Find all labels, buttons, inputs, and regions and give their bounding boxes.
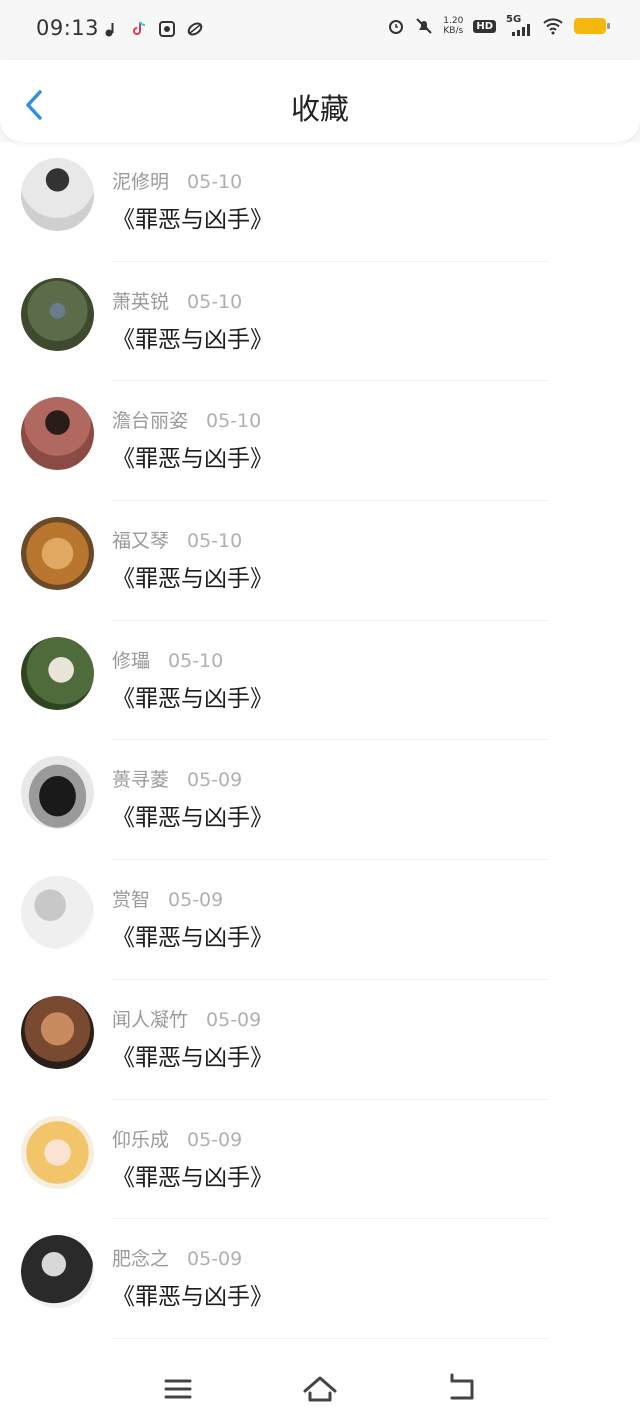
- user-name: 修瓃: [112, 649, 151, 672]
- item-title: 《罪恶与凶手》: [112, 925, 273, 952]
- back-icon: [450, 1373, 474, 1400]
- avatar: [21, 756, 94, 830]
- list-item[interactable]: 肥念之 05-09 《罪恶与凶手》: [0, 1219, 640, 1339]
- item-meta: 肥念之 05-09: [112, 1244, 242, 1271]
- list-item[interactable]: 修瓃 05-10 《罪恶与凶手》: [0, 621, 640, 741]
- home-icon: [303, 1376, 337, 1402]
- user-name: 肥念之: [112, 1248, 170, 1271]
- item-title: 《罪恶与凶手》: [112, 446, 273, 473]
- item-date: 05-10: [206, 410, 262, 433]
- list-item[interactable]: 萧英锐 05-10 《罪恶与凶手》: [0, 262, 640, 382]
- network-speed: 1.20 KB/s: [443, 16, 463, 36]
- status-bar: 09:13 1.20 KB/s HD 5G: [0, 0, 640, 60]
- item-date: 05-09: [187, 1128, 243, 1151]
- header: 收藏: [0, 60, 640, 142]
- user-name: 蒉寻菱: [112, 769, 170, 792]
- item-meta: 闻人凝竹 05-09: [112, 1005, 261, 1032]
- item-date: 05-09: [187, 1248, 243, 1271]
- mute-icon: [416, 18, 432, 34]
- item-meta: 福又琴 05-10: [112, 526, 242, 553]
- avatar: [21, 1115, 94, 1189]
- item-title: 《罪恶与凶手》: [112, 1164, 273, 1191]
- back-nav-button[interactable]: [442, 1369, 482, 1409]
- item-meta: 蒉寻菱 05-09: [112, 765, 242, 792]
- item-title: 《罪恶与凶手》: [112, 1284, 273, 1311]
- home-button[interactable]: [300, 1369, 340, 1409]
- user-name: 澹台丽姿: [112, 410, 189, 433]
- user-name: 赏智: [112, 889, 151, 912]
- music-note-icon: [105, 23, 114, 37]
- app-icon: [159, 21, 175, 37]
- item-meta: 赏智 05-09: [112, 885, 223, 912]
- list-item[interactable]: 福又琴 05-10 《罪恶与凶手》: [0, 501, 640, 621]
- item-date: 05-10: [168, 649, 224, 672]
- alarm-icon: [389, 20, 404, 34]
- status-time: 09:13: [36, 16, 100, 40]
- signal-icon: 5G: [506, 14, 532, 36]
- user-name: 闻人凝竹: [112, 1008, 189, 1031]
- list-item[interactable]: 仰乐成 05-09 《罪恶与凶手》: [0, 1100, 640, 1220]
- menu-icon: [164, 1379, 192, 1399]
- item-date: 05-10: [187, 171, 243, 193]
- menu-button[interactable]: [158, 1369, 198, 1409]
- list-item[interactable]: 蒉寻菱 05-09 《罪恶与凶手》: [0, 740, 640, 861]
- avatar: [21, 876, 94, 950]
- avatar: [21, 995, 94, 1069]
- item-meta: 仰乐成 05-09: [112, 1125, 242, 1152]
- battery-icon: [574, 18, 610, 34]
- divider: [112, 1337, 548, 1339]
- list-item[interactable]: 闻人凝竹 05-09 《罪恶与凶手》: [0, 980, 640, 1100]
- header-bar: 收藏: [0, 60, 640, 142]
- avatar: [21, 277, 94, 351]
- item-title: 《罪恶与凶手》: [112, 1044, 273, 1071]
- avatar: [21, 636, 94, 710]
- item-date: 05-09: [168, 889, 224, 912]
- list-item[interactable]: 泥修明 05-10 《罪恶与凶手》: [0, 142, 640, 262]
- system-status: 1.20 KB/s HD 5G: [387, 14, 610, 36]
- item-title: 《罪恶与凶手》: [112, 805, 273, 832]
- item-meta: 修瓃 05-10: [112, 646, 223, 673]
- item-title: 《罪恶与凶手》: [112, 326, 273, 353]
- item-meta: 萧英锐 05-10: [112, 287, 242, 314]
- item-date: 05-10: [187, 530, 243, 553]
- tiktok-icon: [133, 21, 146, 35]
- favorites-list: 泥修明 05-10 《罪恶与凶手》 萧英锐 05-10 《罪恶与凶手》 澹台丽姿 05…: [0, 142, 640, 1339]
- wifi-icon: [543, 18, 563, 35]
- avatar: [21, 1235, 94, 1309]
- system-nav-bar: [0, 1355, 640, 1427]
- speed-value: 1.20: [443, 16, 464, 26]
- user-name: 福又琴: [112, 530, 170, 553]
- item-date: 05-10: [187, 290, 243, 313]
- item-date: 05-09: [206, 1008, 262, 1031]
- user-name: 萧英锐: [112, 290, 170, 313]
- speed-unit: KB/s: [443, 26, 464, 36]
- avatar: [21, 158, 94, 231]
- item-date: 05-09: [187, 769, 243, 792]
- user-name: 仰乐成: [112, 1128, 170, 1151]
- item-title: 《罪恶与凶手》: [112, 685, 273, 712]
- avatar: [21, 397, 94, 471]
- list-item[interactable]: 澹台丽姿 05-10 《罪恶与凶手》: [0, 381, 640, 502]
- user-name: 泥修明: [112, 171, 170, 193]
- leaf-icon: [187, 22, 203, 36]
- item-meta: 泥修明 05-10: [112, 167, 242, 194]
- item-title: 《罪恶与凶手》: [112, 566, 273, 593]
- page-title: 收藏: [290, 92, 349, 126]
- avatar: [21, 517, 94, 591]
- item-meta: 澹台丽姿 05-10: [112, 406, 261, 433]
- item-title: 《罪恶与凶手》: [112, 207, 273, 233]
- hd-badge: HD: [473, 19, 496, 33]
- notification-icons: [102, 20, 204, 38]
- list-item[interactable]: 赏智 05-09 《罪恶与凶手》: [0, 860, 640, 980]
